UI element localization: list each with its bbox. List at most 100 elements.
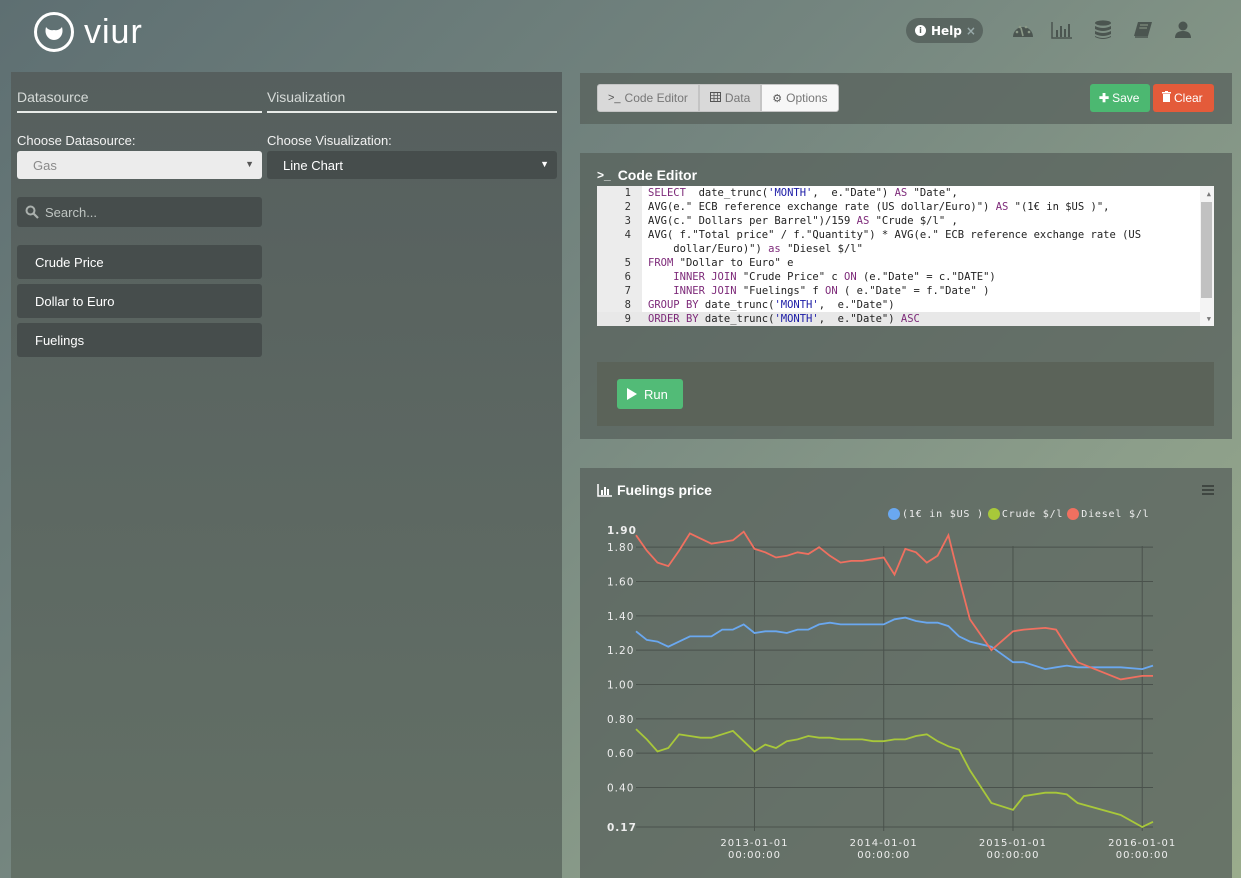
datasource-select[interactable]: Gas ▼ — [17, 151, 262, 179]
bar-chart-icon[interactable] — [1050, 18, 1074, 42]
toolbar-panel: >_ Code Editor Data ⚙ Options ✚ Save Cle… — [580, 73, 1232, 124]
code-text: dollar/Euro)") as "Diesel $/l" — [648, 243, 863, 255]
gear-icon: ⚙ — [772, 92, 783, 105]
y-tick-label: 1.20 — [607, 645, 634, 657]
x-tick-label: 00:00:00 — [987, 850, 1040, 861]
code-text: ORDER BY date_trunc('MONTH', e."Date") A… — [648, 313, 920, 325]
y-tick-label: 1.60 — [607, 577, 634, 589]
datasource-divider — [17, 111, 262, 113]
editor-scrollbar[interactable]: ▲ ▼ — [1200, 186, 1214, 326]
app-logo[interactable]: viur — [34, 12, 143, 52]
x-tick-label: 2016-01-01 — [1108, 838, 1176, 849]
search-input[interactable] — [45, 204, 245, 220]
help-label: Help — [931, 23, 962, 38]
code-editor-panel: >_ Code Editor 1 SELECT date_trunc('MONTH… — [580, 153, 1232, 439]
code-line[interactable]: 6 INNER JOIN "Crude Price" c ON (e."Date… — [597, 270, 1200, 284]
left-panel: Datasource Visualization Choose Datasour… — [11, 72, 562, 878]
x-tick-label: 00:00:00 — [1116, 850, 1169, 861]
code-line[interactable]: 7 INNER JOIN "Fuelings" f ON ( e."Date" … — [597, 284, 1200, 298]
line-number: 3 — [624, 215, 631, 227]
scroll-up-icon[interactable]: ▲ — [1207, 190, 1211, 198]
code-line[interactable]: 5 FROM "Dollar to Euro" e — [597, 256, 1200, 270]
tab-data[interactable]: Data — [698, 84, 762, 112]
series-line-crude-l — [635, 728, 1154, 829]
tab-code-editor[interactable]: >_ Code Editor — [597, 84, 699, 112]
line-number: 8 — [624, 299, 631, 311]
info-icon: i — [915, 25, 926, 36]
visualization-select[interactable]: Line Chart ▼ — [267, 151, 557, 179]
code-line[interactable]: dollar/Euro)") as "Diesel $/l" — [597, 242, 1200, 256]
clear-button[interactable]: Clear — [1153, 84, 1214, 112]
search-icon — [25, 205, 39, 219]
dataset-label: Fuelings — [35, 332, 85, 348]
run-button[interactable]: Run — [617, 379, 683, 409]
x-tick-label: 2015-01-01 — [979, 838, 1047, 849]
caret-down-icon: ▼ — [245, 159, 254, 169]
view-tabs: >_ Code Editor Data ⚙ Options — [597, 84, 839, 112]
datasource-heading: Datasource — [17, 89, 89, 105]
y-tick-label: 1.40 — [607, 611, 634, 623]
code-text: SELECT date_trunc('MONTH', e."Date") AS … — [648, 187, 958, 199]
table-icon — [709, 91, 721, 105]
y-tick-label: 1.90 — [607, 525, 637, 537]
visualization-value: Line Chart — [283, 157, 343, 173]
datasource-value: Gas — [33, 157, 57, 173]
scroll-thumb[interactable] — [1201, 202, 1212, 298]
x-tick-label: 00:00:00 — [857, 850, 910, 861]
trash-icon — [1162, 91, 1171, 105]
play-icon — [627, 388, 637, 400]
clear-label: Clear — [1174, 91, 1203, 105]
logo-mark-icon — [34, 12, 74, 52]
run-area: Run — [597, 362, 1214, 426]
series-line-1-in-us — [635, 616, 1154, 671]
code-editor-title: >_ Code Editor — [597, 167, 697, 183]
app-name: viur — [84, 12, 143, 51]
visualization-heading: Visualization — [267, 89, 346, 105]
line-number: 5 — [624, 257, 631, 269]
database-icon[interactable] — [1091, 18, 1115, 42]
dataset-item-crude-price[interactable]: Crude Price — [17, 245, 262, 279]
code-line[interactable]: 1 SELECT date_trunc('MONTH', e."Date") AS… — [597, 186, 1200, 200]
code-text: INNER JOIN "Crude Price" c ON (e."Date" … — [673, 271, 996, 283]
tab-options[interactable]: ⚙ Options — [761, 84, 839, 112]
close-icon[interactable]: × — [966, 24, 976, 38]
code-text: FROM "Dollar to Euro" e — [648, 257, 794, 269]
sql-code-editor[interactable]: 1 SELECT date_trunc('MONTH', e."Date") AS… — [597, 186, 1214, 326]
y-tick-label: 0.60 — [607, 748, 634, 760]
x-tick-label: 2014-01-01 — [850, 838, 918, 849]
code-line[interactable]: 4 AVG( f."Total price" / f."Quantity") * … — [597, 228, 1200, 242]
line-chart: 1.90 1.80 1.60 1.40 1.20 1.00 0.80 0.60 0.40 0.17… — [607, 525, 1176, 861]
save-button[interactable]: ✚ Save — [1090, 84, 1150, 112]
x-tick-label: 00:00:00 — [728, 850, 781, 861]
code-text: INNER JOIN "Fuelings" f ON ( e."Date" = … — [673, 285, 990, 297]
terminal-icon: >_ — [608, 92, 621, 104]
code-text: GROUP BY date_trunc('MONTH', e."Date") — [648, 299, 895, 311]
dataset-item-dollar-to-euro[interactable]: Dollar to Euro — [17, 284, 262, 318]
user-icon[interactable] — [1171, 18, 1195, 42]
dataset-item-fuelings[interactable]: Fuelings — [17, 323, 262, 357]
help-button[interactable]: i Help × — [906, 18, 983, 43]
save-label: Save — [1112, 91, 1140, 105]
y-tick-label: 0.80 — [607, 714, 634, 726]
book-icon[interactable] — [1131, 18, 1155, 42]
code-line[interactable]: 8 GROUP BY date_trunc('MONTH', e."Date") — [597, 298, 1200, 312]
line-number: 4 — [624, 229, 631, 241]
choose-visualization-label: Choose Visualization: — [267, 133, 392, 148]
code-line[interactable]: 2 AVG(e." ECB reference exchange rate (US… — [597, 200, 1200, 214]
line-number: 7 — [624, 285, 631, 297]
line-number: 1 — [624, 187, 631, 199]
code-line[interactable]: 3 AVG(c." Dollars per Barrel")/159 AS "Cr… — [597, 214, 1200, 228]
line-number: 6 — [624, 271, 631, 283]
line-number: 2 — [624, 201, 631, 213]
series-line-diesel-l — [635, 530, 1153, 681]
dataset-label: Dollar to Euro — [35, 293, 115, 309]
dashboard-icon[interactable] — [1011, 18, 1035, 42]
scroll-down-icon[interactable]: ▼ — [1207, 315, 1211, 323]
caret-down-icon: ▼ — [540, 159, 549, 169]
run-label: Run — [644, 386, 668, 402]
tab-label: Data — [724, 91, 751, 105]
y-tick-label: 1.80 — [607, 542, 634, 554]
code-text: AVG(c." Dollars per Barrel")/159 AS "Cru… — [648, 215, 958, 227]
code-line[interactable]: 9 ORDER BY date_trunc('MONTH', e."Date") … — [597, 312, 1200, 326]
search-box — [17, 197, 262, 227]
